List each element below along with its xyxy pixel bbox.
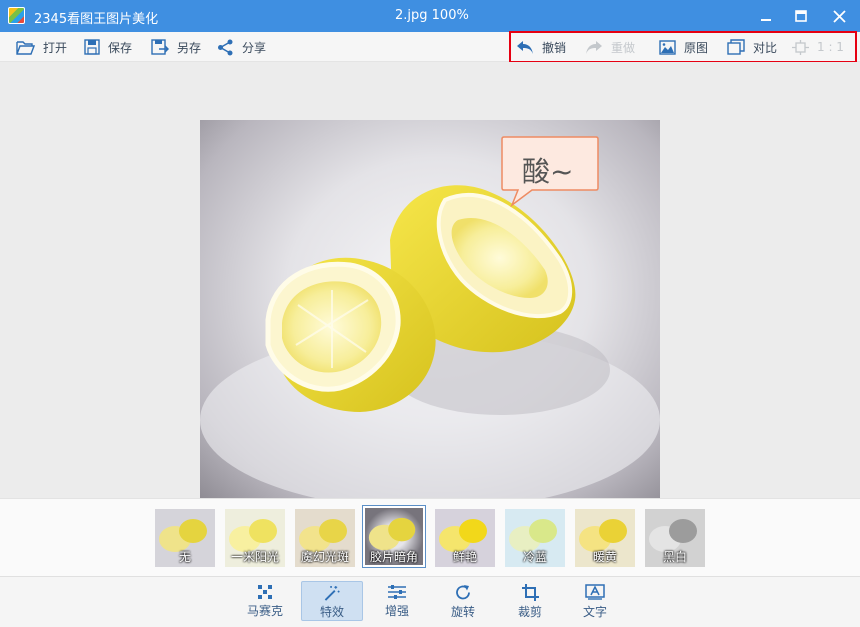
- maximize-icon: [795, 10, 807, 22]
- filter-none[interactable]: 无: [155, 509, 215, 567]
- app-logo-icon: [8, 7, 25, 24]
- tab-enhance[interactable]: 增强: [366, 581, 428, 621]
- image-canvas: 酸~: [0, 62, 860, 498]
- open-button[interactable]: 打开: [16, 32, 67, 62]
- original-label: 原图: [684, 40, 709, 55]
- minimize-button[interactable]: [749, 0, 783, 32]
- filter-vivid[interactable]: 鲜艳: [435, 509, 495, 567]
- redo-label: 重做: [611, 40, 636, 55]
- title-bar: 2345看图王图片美化 2.jpg 100%: [0, 0, 860, 32]
- tab-crop[interactable]: 裁剪: [499, 581, 561, 621]
- rotate-icon: [455, 585, 470, 600]
- filter-label: 冷蓝: [522, 550, 547, 564]
- tab-effects[interactable]: 特效: [301, 581, 363, 621]
- share-icon: [218, 39, 233, 55]
- share-button[interactable]: 分享: [217, 32, 266, 62]
- undo-icon: [517, 40, 533, 54]
- filter-bokeh[interactable]: 魔幻光斑: [295, 509, 355, 567]
- open-label: 打开: [43, 40, 68, 55]
- speech-bubble-text: 酸~: [522, 155, 574, 188]
- save-label: 保存: [108, 40, 133, 55]
- close-button[interactable]: [822, 0, 856, 32]
- save-as-button[interactable]: 另存: [151, 32, 201, 62]
- app-title: 2345看图王图片美化: [34, 12, 159, 27]
- bottom-tab-bar: 马赛克 特效 增强 旋转 裁剪 文字: [0, 576, 860, 627]
- filter-label: 黑白: [662, 550, 687, 564]
- filter-label: 无: [178, 550, 191, 564]
- tab-mosaic-label: 马赛克: [246, 604, 283, 618]
- lemon-illustration: [200, 136, 660, 498]
- sliders-icon: [388, 585, 406, 599]
- folder-open-icon: [16, 40, 35, 55]
- undo-label: 撤销: [542, 40, 567, 55]
- filter-warm-yellow[interactable]: 暖黄: [575, 509, 635, 567]
- original-button[interactable]: 原图: [659, 32, 708, 62]
- filter-cool-blue[interactable]: 冷蓝: [505, 509, 565, 567]
- save-as-icon: [151, 39, 169, 55]
- undo-button[interactable]: 撤销: [516, 32, 566, 62]
- save-as-label: 另存: [177, 40, 202, 55]
- save-icon: [84, 39, 100, 55]
- fit-size-icon: [792, 39, 809, 55]
- text-icon: [585, 584, 605, 600]
- tab-text[interactable]: 文字: [564, 581, 626, 621]
- filter-sunshine[interactable]: 一米阳光: [225, 509, 285, 567]
- tab-mosaic[interactable]: 马赛克: [234, 581, 296, 621]
- tab-crop-label: 裁剪: [517, 605, 542, 619]
- picture-icon: [659, 39, 676, 55]
- filter-label: 鲜艳: [452, 550, 477, 564]
- compare-label: 对比: [753, 40, 778, 55]
- filter-label: 一米阳光: [230, 550, 279, 564]
- filter-label: 魔幻光斑: [300, 550, 349, 564]
- file-title: 2.jpg 100%: [395, 8, 469, 23]
- compare-button[interactable]: 对比: [727, 32, 777, 62]
- redo-icon: [586, 40, 602, 54]
- tab-text-label: 文字: [582, 605, 607, 619]
- tab-effects-label: 特效: [319, 605, 344, 619]
- mosaic-icon: [258, 585, 272, 599]
- share-label: 分享: [242, 40, 267, 55]
- save-button[interactable]: 保存: [84, 32, 132, 62]
- tab-rotate[interactable]: 旋转: [432, 581, 494, 621]
- filter-black-white[interactable]: 黑白: [645, 509, 705, 567]
- actual-size-label: 1 : 1: [817, 40, 844, 54]
- toolbar: 打开 保存 另存 分享 撤销 重做 原图 对比 1 : 1: [0, 32, 860, 62]
- filter-label: 暖黄: [592, 550, 617, 564]
- close-icon: [832, 9, 846, 23]
- tab-rotate-label: 旋转: [450, 605, 475, 619]
- actual-size-button[interactable]: 1 : 1: [792, 32, 844, 62]
- minimize-icon: [761, 19, 771, 21]
- tab-enhance-label: 增强: [384, 604, 409, 618]
- photo[interactable]: 酸~: [200, 120, 660, 498]
- compare-icon: [727, 39, 745, 55]
- maximize-button[interactable]: [784, 0, 818, 32]
- filter-vignette[interactable]: 胶片暗角: [362, 505, 426, 568]
- filter-strip: 无 一米阳光 魔幻光斑 胶片暗角 鲜艳 冷蓝 暖黄 黑白: [0, 498, 860, 576]
- crop-icon: [521, 584, 539, 601]
- magic-wand-icon: [324, 585, 340, 601]
- redo-button[interactable]: 重做: [585, 32, 635, 62]
- filter-label: 胶片暗角: [369, 550, 418, 564]
